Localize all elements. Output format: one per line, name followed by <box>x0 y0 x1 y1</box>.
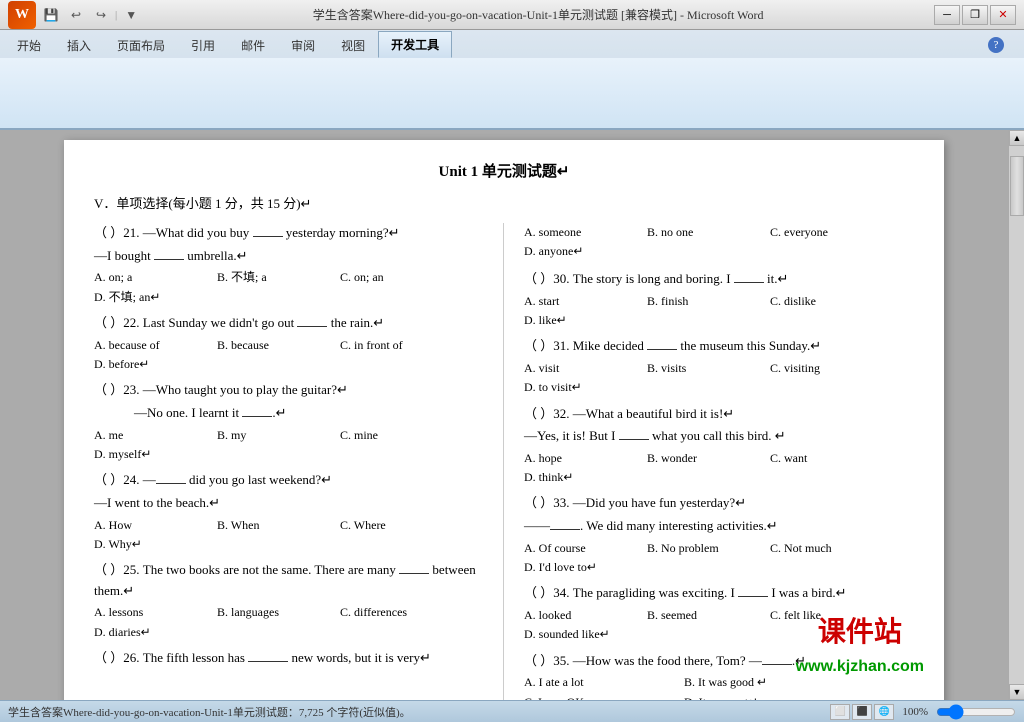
tab-references[interactable]: 引用 <box>178 32 228 58</box>
question-23: （ ）23. —Who taught you to play the guita… <box>94 380 483 464</box>
window-title: 学生含答案Where-did-you-go-on-vacation-Unit-1… <box>142 6 934 23</box>
status-bar: 学生含答案Where-did-you-go-on-vacation-Unit-1… <box>0 700 1024 722</box>
office-logo: W <box>8 1 36 29</box>
ribbon-tabs: 开始 插入 页面布局 引用 邮件 审阅 视图 开发工具 ? <box>0 30 1024 58</box>
question-25: （ ）25. The two books are not the same. T… <box>94 560 483 642</box>
document-page: Unit 1 单元测试题↵ V．单项选择(每小题 1 分，共 15 分)↵ （ … <box>64 140 944 700</box>
separator: | <box>115 9 117 21</box>
customize-button[interactable]: ▼ <box>120 4 142 26</box>
scroll-track[interactable] <box>1009 146 1024 684</box>
ribbon: 开始 插入 页面布局 引用 邮件 审阅 视图 开发工具 ? <box>0 30 1024 130</box>
page-container[interactable]: Unit 1 单元测试题↵ V．单项选择(每小题 1 分，共 15 分)↵ （ … <box>0 130 1008 700</box>
redo-button[interactable]: ↪ <box>90 4 112 26</box>
tab-view[interactable]: 视图 <box>328 32 378 58</box>
watermark-line1: 课件站 <box>796 610 924 655</box>
question-32: （ ）32. —What a beautiful bird it is!↵ —Y… <box>524 404 914 488</box>
close-button[interactable]: ✕ <box>990 5 1016 25</box>
view-buttons: ⬜ ⬛ 🌐 <box>830 704 894 720</box>
tab-developer[interactable]: 开发工具 <box>378 31 452 58</box>
undo-button[interactable]: ↩ <box>65 4 87 26</box>
document-area: Unit 1 单元测试题↵ V．单项选择(每小题 1 分，共 15 分)↵ （ … <box>0 130 1024 700</box>
status-text: 学生含答案Where-did-you-go-on-vacation-Unit-1… <box>8 704 411 720</box>
save-button[interactable]: 💾 <box>40 4 62 26</box>
restore-button[interactable]: ❐ <box>962 5 988 25</box>
window-controls: ─ ❐ ✕ <box>934 5 1016 25</box>
web-view-btn[interactable]: 🌐 <box>874 704 894 720</box>
question-30: （ ）30. The story is long and boring. I i… <box>524 269 914 330</box>
watermark-line2: www.kjzhan.com <box>796 654 924 680</box>
watermark: 课件站 www.kjzhan.com <box>796 610 924 680</box>
question-26: （ ）26. The fifth lesson has new words, b… <box>94 648 483 669</box>
status-right: ⬜ ⬛ 🌐 100% <box>830 704 1016 720</box>
scroll-thumb[interactable] <box>1010 156 1024 216</box>
vertical-scrollbar[interactable]: ▲ ▼ <box>1008 130 1024 700</box>
scroll-down-button[interactable]: ▼ <box>1009 684 1024 700</box>
tab-home[interactable]: 开始 <box>4 32 54 58</box>
question-33: （ ）33. —Did you have fun yesterday?↵ ——.… <box>524 493 914 577</box>
scroll-up-button[interactable]: ▲ <box>1009 130 1024 146</box>
tab-insert[interactable]: 插入 <box>54 32 104 58</box>
tab-mailings[interactable]: 邮件 <box>228 32 278 58</box>
help-icon[interactable]: ? <box>988 36 1004 53</box>
options-someone: A. someone B. no one C. everyone D. anyo… <box>524 223 914 261</box>
question-31: （ ）31. Mike decided the museum this Sund… <box>524 336 914 397</box>
page-title: Unit 1 单元测试题↵ <box>94 160 914 184</box>
quick-access-toolbar: 💾 ↩ ↪ | ▼ <box>40 4 142 26</box>
question-24: （ ）24. — did you go last weekend?↵ —I we… <box>94 470 483 554</box>
left-column: （ ）21. —What did you buy yesterday morni… <box>94 223 504 700</box>
print-layout-btn[interactable]: ⬜ <box>830 704 850 720</box>
title-bar-left: W 💾 ↩ ↪ | ▼ <box>8 1 142 29</box>
title-bar: W 💾 ↩ ↪ | ▼ 学生含答案Where-did-you-go-on-vac… <box>0 0 1024 30</box>
ribbon-content <box>0 58 1024 128</box>
tab-page-layout[interactable]: 页面布局 <box>104 32 178 58</box>
zoom-slider[interactable] <box>936 704 1016 720</box>
minimize-button[interactable]: ─ <box>934 5 960 25</box>
section-header: V．单项选择(每小题 1 分，共 15 分)↵ <box>94 194 914 215</box>
question-22: （ ）22. Last Sunday we didn't go out the … <box>94 313 483 374</box>
tab-review[interactable]: 审阅 <box>278 32 328 58</box>
fullscreen-btn[interactable]: ⬛ <box>852 704 872 720</box>
zoom-level: 100% <box>902 706 928 718</box>
questions-grid: （ ）21. —What did you buy yesterday morni… <box>94 223 914 700</box>
question-21: （ ）21. —What did you buy yesterday morni… <box>94 223 483 307</box>
